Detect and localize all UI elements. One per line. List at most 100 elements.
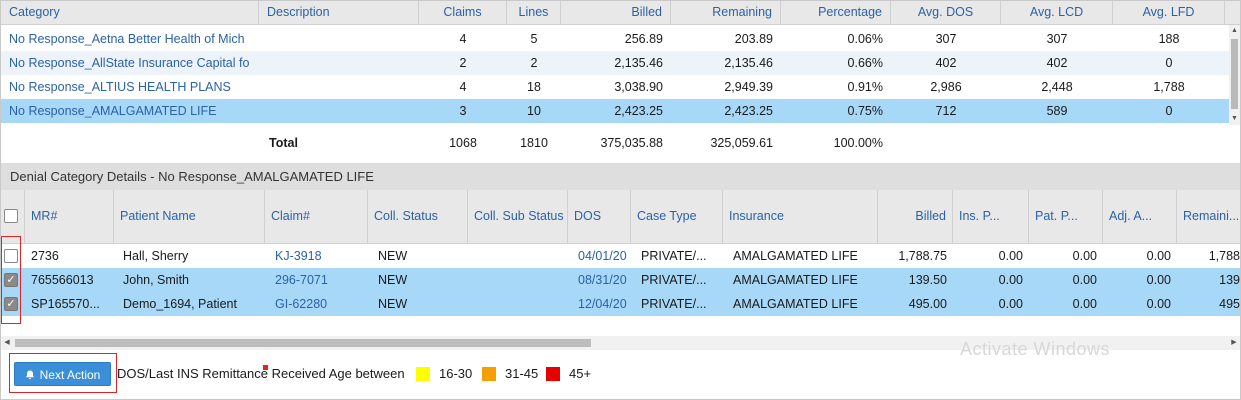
- col-header-pat-paid[interactable]: Pat. P...: [1029, 190, 1103, 244]
- category-cell[interactable]: No Response_AMALGAMATED LIFE: [1, 99, 259, 123]
- col-header-category[interactable]: Category: [1, 1, 259, 25]
- category-cell[interactable]: No Response_ALTIUS HEALTH PLANS: [1, 75, 259, 99]
- case-type-cell: PRIVATE/...: [641, 273, 707, 287]
- detail-section-title: Denial Category Details - No Response_AM…: [1, 163, 1240, 190]
- avg-lfd-cell: 1,788: [1153, 80, 1185, 94]
- bell-icon: [25, 370, 34, 380]
- col-header-ins-paid[interactable]: Ins. P...: [953, 190, 1029, 244]
- percentage-cell: 0.66%: [847, 56, 883, 70]
- col-header-avg-dos[interactable]: Avg. DOS: [891, 1, 1001, 25]
- dos-cell[interactable]: 12/04/20: [572, 292, 631, 316]
- remaining-cell: 495: [1219, 297, 1240, 311]
- summary-total-row: Total 1068 1810 375,035.88 325,059.61 10…: [1, 131, 1229, 155]
- adj-amount-cell: 0.00: [1146, 273, 1171, 287]
- col-header-coll-sub-status[interactable]: Coll. Sub Status: [468, 190, 568, 244]
- billed-cell: 139.50: [908, 273, 947, 287]
- col-header-billed[interactable]: Billed: [561, 1, 671, 25]
- detail-row-selected[interactable]: ✓ SP165570... Demo_1694, Patient GI-6228…: [1, 292, 1240, 316]
- total-remaining: 325,059.61: [710, 136, 773, 150]
- category-cell[interactable]: No Response_Aetna Better Health of Mich: [1, 27, 259, 51]
- avg-dos-cell: 402: [935, 56, 957, 70]
- summary-row[interactable]: No Response_Aetna Better Health of Mich …: [1, 27, 1229, 51]
- coll-status-cell: NEW: [378, 273, 408, 287]
- lines-cell: 18: [527, 80, 541, 94]
- next-action-button[interactable]: Next Action: [14, 362, 111, 386]
- scrollbar-thumb[interactable]: [1231, 39, 1238, 109]
- marker-icon: [263, 365, 268, 370]
- remaining-cell: 203.89: [734, 32, 773, 46]
- detail-row[interactable]: 2736 Hall, Sherry KJ-3918 NEW 04/01/20 P…: [1, 244, 1240, 268]
- dos-cell[interactable]: 08/31/20: [572, 268, 631, 292]
- scroll-right-icon[interactable]: ▶: [1228, 336, 1240, 350]
- col-header-avg-lcd[interactable]: Avg. LCD: [1001, 1, 1113, 25]
- scroll-left-icon[interactable]: ◀: [1, 336, 13, 350]
- col-header-claim[interactable]: Claim#: [265, 190, 368, 244]
- col-header-mr[interactable]: MR#: [25, 190, 114, 244]
- remaining-cell: 1,788: [1208, 249, 1240, 263]
- legend-label: 31-45: [505, 366, 539, 381]
- col-header-coll-status[interactable]: Coll. Status: [368, 190, 468, 244]
- detail-row-selected[interactable]: ✓ 765566013 John, Smith 296-7071 NEW 08/…: [1, 268, 1240, 292]
- col-header-dos[interactable]: DOS: [568, 190, 631, 244]
- claims-cell: 4: [459, 32, 467, 46]
- description-cell: [259, 51, 419, 75]
- col-header-patient-name[interactable]: Patient Name: [114, 190, 265, 244]
- ins-paid-cell: 0.00: [998, 273, 1023, 287]
- col-header-claims[interactable]: Claims: [419, 1, 507, 25]
- claim-link[interactable]: KJ-3918: [269, 244, 368, 268]
- col-header-insurance[interactable]: Insurance: [723, 190, 878, 244]
- next-action-label: Next Action: [39, 368, 101, 382]
- legend-swatch-orange: [482, 367, 496, 381]
- coll-status-cell: NEW: [378, 249, 408, 263]
- claim-link[interactable]: GI-62280: [269, 292, 368, 316]
- summary-row[interactable]: No Response_ALTIUS HEALTH PLANS 4 18 3,0…: [1, 75, 1229, 99]
- col-header-percentage[interactable]: Percentage: [781, 1, 891, 25]
- windows-activation-watermark: Activate Windows: [960, 339, 1111, 359]
- lines-cell: 10: [527, 104, 541, 118]
- patient-name-cell: John, Smith: [123, 273, 190, 287]
- scroll-up-icon[interactable]: ▲: [1229, 25, 1240, 37]
- total-claims: 1068: [449, 136, 477, 150]
- patient-name-cell: Hall, Sherry: [123, 249, 189, 263]
- legend-swatch-red: [546, 367, 560, 381]
- avg-lcd-cell: 307: [1046, 32, 1068, 46]
- age-legend-caption: DOS/Last INS Remittance Received Age bet…: [117, 366, 405, 381]
- col-header-remaining[interactable]: Remaining: [671, 1, 781, 25]
- summary-vertical-scrollbar[interactable]: ▲ ▼: [1229, 25, 1240, 125]
- total-percentage: 100.00%: [833, 136, 883, 150]
- scroll-down-icon[interactable]: ▼: [1229, 113, 1240, 125]
- claim-link[interactable]: 296-7071: [269, 268, 368, 292]
- pat-paid-cell: 0.00: [1072, 273, 1097, 287]
- avg-lcd-cell: 2,448: [1041, 80, 1073, 94]
- category-summary-grid: Category Description Claims Lines Billed…: [1, 1, 1240, 158]
- ins-paid-cell: 0.00: [998, 249, 1023, 263]
- col-header-lines[interactable]: Lines: [507, 1, 561, 25]
- summary-row-selected[interactable]: No Response_AMALGAMATED LIFE 3 10 2,423.…: [1, 99, 1229, 123]
- avg-dos-cell: 2,986: [930, 80, 962, 94]
- percentage-cell: 0.91%: [847, 80, 883, 94]
- scrollbar-thumb[interactable]: [15, 339, 591, 347]
- avg-lfd-cell: 0: [1165, 104, 1173, 118]
- col-header-adj-amount[interactable]: Adj. A...: [1103, 190, 1177, 244]
- dos-cell[interactable]: 04/01/20: [572, 244, 631, 268]
- lines-cell: 2: [530, 56, 538, 70]
- billed-cell: 1,788.75: [898, 249, 947, 263]
- percentage-cell: 0.75%: [847, 104, 883, 118]
- insurance-cell: AMALGAMATED LIFE: [733, 249, 858, 263]
- lines-cell: 5: [530, 32, 538, 46]
- billed-cell: 256.89: [624, 32, 663, 46]
- coll-sub-status-cell: [468, 292, 568, 316]
- description-cell: [259, 75, 419, 99]
- pat-paid-cell: 0.00: [1072, 297, 1097, 311]
- col-header-avg-lfd[interactable]: Avg. LFD: [1113, 1, 1225, 25]
- coll-sub-status-cell: [468, 268, 568, 292]
- select-all-checkbox[interactable]: [4, 209, 18, 223]
- col-header-description[interactable]: Description: [259, 1, 419, 25]
- col-header-remaining[interactable]: Remaini...: [1177, 190, 1240, 244]
- summary-row[interactable]: No Response_AllState Insurance Capital f…: [1, 51, 1229, 75]
- col-header-billed[interactable]: Billed: [878, 190, 953, 244]
- ins-paid-cell: 0.00: [998, 297, 1023, 311]
- col-header-case-type[interactable]: Case Type: [631, 190, 723, 244]
- category-cell[interactable]: No Response_AllState Insurance Capital f…: [1, 51, 259, 75]
- mr-cell: 765566013: [31, 273, 94, 287]
